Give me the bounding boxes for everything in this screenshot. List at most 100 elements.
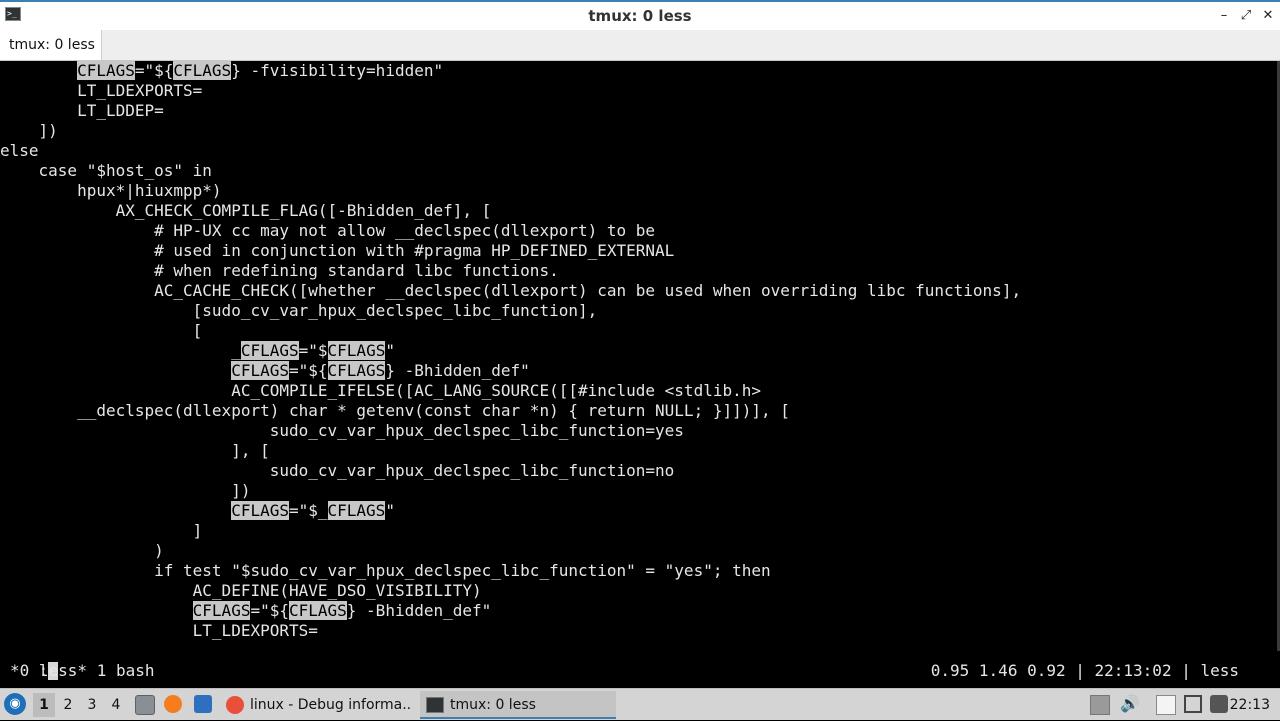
code-text: LT_LDDEP= [0,101,164,120]
code-text: } -Bhidden_def" [346,601,492,620]
workspace-1[interactable]: 1 [33,693,55,717]
code-text: sudo_cv_var_hpux_declspec_libc_function=… [0,421,684,440]
workspace-3[interactable]: 3 [81,693,103,717]
window-title: tmux: 0 less [588,7,692,25]
code-text: AC_DEFINE(HAVE_DSO_VISIBILITY) [0,581,482,600]
code-text: ], [ [0,441,270,460]
search-highlight: CFLAGS [231,501,289,520]
maximize-button[interactable]: ⤢ [1238,8,1254,24]
code-text: ]) [0,481,251,500]
window-titlebar[interactable]: >_ tmux: 0 less – ⤢ ✕ [0,0,1280,30]
search-highlight: CFLAGS [327,501,386,520]
terminal-icon [426,697,444,713]
search-highlight: CFLAGS [77,61,135,80]
code-text: # when redefining standard libc function… [0,261,559,280]
code-text: if test "$sudo_cv_var_hpux_declspec_libc… [0,561,771,580]
taskbar-panel: ◉ 1 2 3 4 linux - Debug informa... tmux:… [0,688,1280,720]
code-text: AX_CHECK_COMPILE_FLAG([-Bhidden_def], [ [0,201,492,220]
task-terminal[interactable]: tmux: 0 less [420,691,616,719]
search-highlight: CFLAGS [192,601,251,620]
code-text: [sudo_cv_var_hpux_declspec_libc_function… [0,301,598,320]
terminal-line: # used in conjunction with #pragma HP_DE… [0,241,674,261]
terminal-line: ]) [0,121,58,141]
code-text: " [385,341,395,360]
code-text: else [0,141,39,160]
code-text: ="$ [298,341,328,360]
code-text: AC_COMPILE_IFELSE([AC_LANG_SOURCE([[#inc… [0,381,761,400]
terminal-line: else [0,141,39,161]
terminal-line: CFLAGS="${CFLAGS} -Bhidden_def" [0,361,530,381]
code-text: } -Bhidden_def" [385,361,530,380]
search-highlight: CFLAGS [327,341,386,360]
file-manager-icon[interactable] [135,695,155,715]
tab-bar: tmux: 0 less [0,30,1280,61]
less-prompt[interactable]: : [0,641,59,680]
code-text: ) [0,541,164,560]
terminal-line: AC_CACHE_CHECK([whether __declspec(dllex… [0,281,1021,301]
code-text: } -fvisibility=hidden" [231,61,444,80]
tmux-status-info: 0.95 1.46 0.92 | 22:13:02 | less [930,661,1239,680]
terminal-line: AC_DEFINE(HAVE_DSO_VISIBILITY) [0,581,482,601]
search-highlight: CFLAGS [240,341,299,360]
close-button[interactable]: ✕ [1260,8,1276,24]
task-label: tmux: 0 less [450,697,536,713]
power-icon[interactable] [1210,695,1228,713]
tab-tmux[interactable]: tmux: 0 less [0,30,102,60]
firefox-icon[interactable] [164,695,182,713]
search-highlight: CFLAGS [327,361,386,380]
code-text: [ [0,321,203,340]
terminal-line: if test "$sudo_cv_var_hpux_declspec_libc… [0,561,771,581]
terminal-line: LT_LDEXPORTS= [0,81,202,101]
terminal-line: CFLAGS="${CFLAGS} -Bhidden_def" [0,601,491,621]
desktop-icon[interactable] [194,695,212,713]
terminal-line: ] [0,521,203,541]
search-highlight: CFLAGS [231,361,289,380]
terminal-line: CFLAGS="$_CFLAGS" [0,501,395,521]
terminal-line: [sudo_cv_var_hpux_declspec_libc_function… [0,301,598,321]
code-text: ="$_ [288,501,328,520]
clock: 22:13 [1229,697,1270,713]
terminal-line: case "$host_os" in [0,161,212,181]
code-text: AC_CACHE_CHECK([whether __declspec(dllex… [0,281,1022,300]
terminal-line: ], [ [0,441,270,461]
terminal-line: _CFLAGS="$CFLAGS" [0,341,395,361]
terminal-line: LT_LDEXPORTS= [0,621,318,641]
search-highlight: CFLAGS [288,601,347,620]
terminal-line: # HP-UX cc may not allow __declspec(dlle… [0,221,655,241]
terminal-line: sudo_cv_var_hpux_declspec_libc_function=… [0,421,684,441]
minimize-button[interactable]: – [1216,8,1232,24]
task-firefox[interactable]: linux - Debug informa... [222,691,412,719]
terminal-line: # when redefining standard libc function… [0,261,559,281]
notes-icon[interactable] [1090,695,1110,715]
code-text: _ [0,341,241,360]
code-text: case "$host_os" in [0,161,212,180]
task-label: linux - Debug informa... [250,697,412,713]
terminal-line: CFLAGS="${CFLAGS} -fvisibility=hidden" [0,61,443,81]
clipboard-icon[interactable] [1156,695,1176,715]
code-text: ]) [0,121,58,140]
workspace-4[interactable]: 4 [105,693,127,717]
code-text: LT_LDEXPORTS= [0,81,203,100]
code-text: ="${ [250,601,289,620]
code-text: # used in conjunction with #pragma HP_DE… [0,241,675,260]
terminal-line: [ [0,321,203,341]
volume-icon[interactable]: 🔊 [1120,695,1140,713]
menu-icon[interactable]: ◉ [4,693,26,715]
terminal-view[interactable]: : *0 less* 1 bash 0.95 1.46 0.92 | 22:13… [0,61,1280,688]
network-icon[interactable] [1184,695,1202,713]
search-highlight: CFLAGS [173,61,232,80]
code-text: ="${ [288,361,328,380]
terminal-line: AX_CHECK_COMPILE_FLAG([-Bhidden_def], [ [0,201,492,221]
terminal-line: sudo_cv_var_hpux_declspec_libc_function=… [0,461,675,481]
code-text: # HP-UX cc may not allow __declspec(dlle… [0,221,656,240]
terminal-line: AC_COMPILE_IFELSE([AC_LANG_SOURCE([[#inc… [0,381,761,401]
workspace-2[interactable]: 2 [57,693,79,717]
terminal-line: LT_LDDEP= [0,101,164,121]
code-text: LT_LDEXPORTS= [0,621,318,640]
code-text: hpux*|hiuxmpp*) [0,181,222,200]
terminal-line: ]) [0,481,250,501]
